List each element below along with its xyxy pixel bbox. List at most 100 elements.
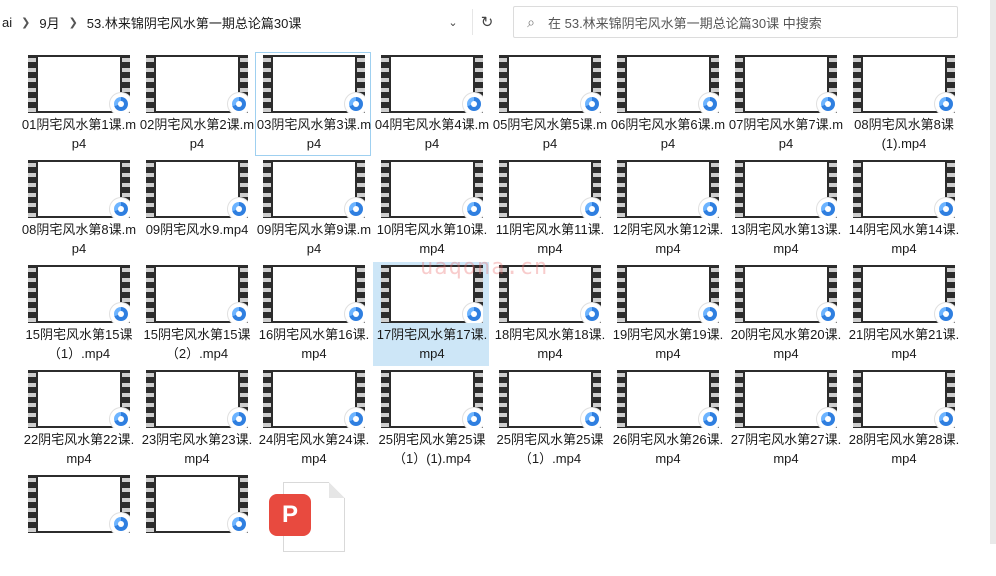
file-name: 03阴宅风水第3课.mp4 [256,117,372,151]
file-item[interactable]: 01阴宅风水第1课.mp4 [20,52,136,156]
chevron-right-icon: ❯ [68,16,78,29]
video-frame [391,57,473,111]
refresh-icon[interactable]: ↻ [472,9,501,35]
file-name: 25阴宅风水第25课（1）(1).mp4 [378,432,486,466]
player-app-icon [935,93,955,113]
file-item[interactable]: 04阴宅风水第4课.mp4 [373,52,489,156]
file-item[interactable]: 06阴宅风水第6课.mp4 [609,52,725,156]
file-item[interactable]: 18阴宅风水第18课.mp4 [491,262,607,366]
player-app-icon [345,93,365,113]
file-item[interactable]: 21阴宅风水第21课.mp4 [845,262,961,366]
video-thumbnail [735,265,837,323]
file-name: 11阴宅风水第11课.mp4 [495,222,605,256]
file-item[interactable]: 07阴宅风水第7课.mp4 [727,52,843,156]
player-app-icon [228,93,248,113]
video-thumbnail [617,55,719,113]
video-frame [509,267,591,321]
film-strip [28,55,36,113]
video-thumbnail [853,55,955,113]
file-name: 22阴宅风水第22课.mp4 [23,432,135,466]
film-strip [263,265,271,323]
file-item[interactable]: 05阴宅风水第5课.mp4 [491,52,607,156]
file-item[interactable]: 22阴宅风水第22课.mp4 [20,367,136,471]
player-app-icon [228,198,248,218]
file-item[interactable] [138,472,254,576]
file-item[interactable]: 19阴宅风水第19课.mp4 [609,262,725,366]
file-item[interactable]: 08阴宅风水第8课(1).mp4 [845,52,961,156]
file-item[interactable]: 12阴宅风水第12课.mp4 [609,157,725,261]
player-app-icon [228,513,248,533]
video-thumbnail [146,160,248,218]
file-item[interactable]: 23阴宅风水第23课.mp4 [138,367,254,471]
video-thumbnail [499,370,601,428]
player-app-icon [345,408,365,428]
film-strip [28,160,36,218]
film-strip [499,370,507,428]
video-frame [627,57,709,111]
breadcrumb-item[interactable]: 9月 [37,13,61,32]
film-strip [146,160,154,218]
player-app-icon [935,303,955,323]
film-strip [499,55,507,113]
file-item[interactable]: 14阴宅风水第14课.mp4 [845,157,961,261]
video-thumbnail [735,370,837,428]
chevron-down-icon[interactable]: ⌄ [443,9,463,35]
player-app-icon [817,198,837,218]
breadcrumb-item[interactable]: ai [0,15,14,30]
video-thumbnail [263,265,365,323]
search-placeholder[interactable]: 在 53.林来锦阴宅风水第一期总论篇30课 中搜索 [548,13,822,32]
file-item[interactable]: 25阴宅风水第25课（1）(1).mp4 [373,367,489,471]
player-app-icon [463,198,483,218]
video-frame [38,372,120,426]
pdf-file[interactable]: P [269,482,349,552]
video-thumbnail [28,160,130,218]
player-app-icon [463,93,483,113]
file-item[interactable] [20,472,136,576]
file-item[interactable]: 20阴宅风水第20课.mp4 [727,262,843,366]
breadcrumb[interactable]: ai ❯ 9月 ❯ 53.林来锦阴宅风水第一期总论篇30课 [0,5,470,39]
file-item[interactable]: 28阴宅风水第28课.mp4 [845,367,961,471]
file-item[interactable]: 15阴宅风水第15课（2）.mp4 [138,262,254,366]
file-item[interactable]: 25阴宅风水第25课（1）.mp4 [491,367,607,471]
player-app-icon [817,93,837,113]
film-strip [735,265,743,323]
video-thumbnail [381,160,483,218]
file-name: 13阴宅风水第13课.mp4 [730,222,842,256]
file-name: 20阴宅风水第20课.mp4 [730,327,842,361]
player-app-icon [935,198,955,218]
file-item[interactable]: 09阴宅风水9.mp4 [138,157,254,261]
player-app-icon [228,303,248,323]
video-thumbnail [28,475,130,533]
video-frame [273,267,355,321]
film-strip [263,55,271,113]
file-item[interactable]: 08阴宅风水第8课.mp4 [20,157,136,261]
file-name: 01阴宅风水第1课.mp4 [21,117,137,151]
search-box[interactable]: ⌕ 在 53.林来锦阴宅风水第一期总论篇30课 中搜索 [513,6,958,38]
file-item[interactable]: 27阴宅风水第27课.mp4 [727,367,843,471]
file-item[interactable]: 16阴宅风水第16课.mp4 [255,262,371,366]
file-item[interactable]: 10阴宅风水第10课.mp4 [373,157,489,261]
file-item[interactable]: 24阴宅风水第24课.mp4 [255,367,371,471]
file-item[interactable]: 03阴宅风水第3课.mp4 [255,52,371,156]
file-item[interactable]: 09阴宅风水第9课.mp4 [255,157,371,261]
file-item[interactable]: 17阴宅风水第17课.mp4 [373,262,489,366]
film-strip [381,370,389,428]
file-item[interactable]: 02阴宅风水第2课.mp4 [138,52,254,156]
file-item[interactable]: 11阴宅风水第11课.mp4 [491,157,607,261]
scrollbar[interactable] [990,0,996,544]
file-item[interactable]: 13阴宅风水第13课.mp4 [727,157,843,261]
video-thumbnail [381,370,483,428]
video-thumbnail [617,265,719,323]
video-frame [391,372,473,426]
film-strip [146,265,154,323]
video-frame [509,372,591,426]
file-name: 07阴宅风水第7课.mp4 [728,117,844,151]
player-app-icon [581,93,601,113]
file-item[interactable]: 26阴宅风水第26课.mp4 [609,367,725,471]
video-frame [38,477,120,531]
film-strip [146,475,154,533]
breadcrumb-item[interactable]: 53.林来锦阴宅风水第一期总论篇30课 [85,13,304,32]
video-thumbnail [853,265,955,323]
file-item[interactable]: 15阴宅风水第15课（1）.mp4 [20,262,136,366]
film-strip [617,370,625,428]
